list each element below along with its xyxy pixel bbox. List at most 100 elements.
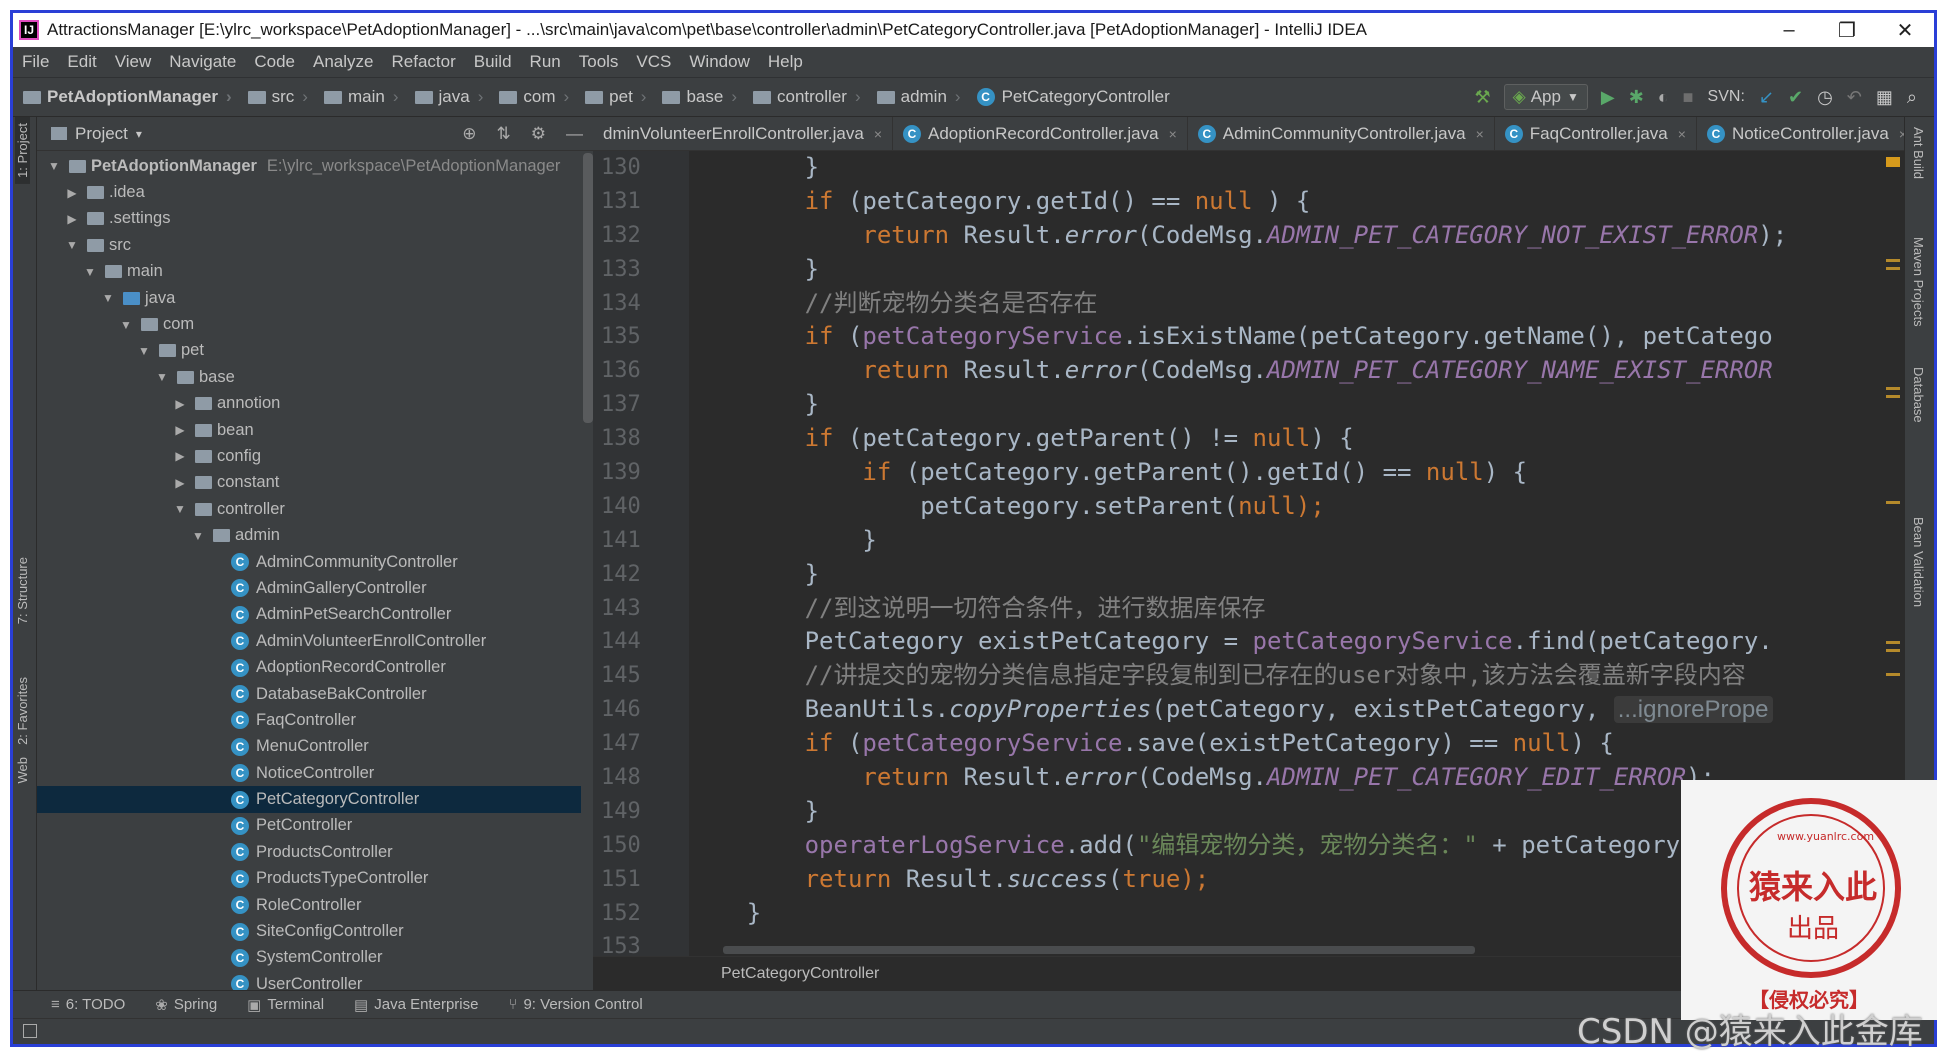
menu-item-file[interactable]: File: [13, 52, 58, 72]
ant-build-tool-tab[interactable]: Ant Build: [1911, 127, 1926, 179]
run-configuration-select[interactable]: ◈ App ▼: [1503, 84, 1588, 110]
menu-item-navigate[interactable]: Navigate: [160, 52, 245, 72]
tree-class-item[interactable]: C ProductsTypeController: [37, 866, 581, 892]
project-tool-tab[interactable]: 1: Project: [15, 117, 30, 184]
tree-class-item[interactable]: C AdminPetSearchController: [37, 602, 581, 628]
breadcrumb-item[interactable]: base ›: [654, 87, 745, 107]
tree-folder-item[interactable]: ▶ .settings: [37, 206, 581, 232]
collapse-arrow-icon[interactable]: ▶: [173, 397, 187, 411]
tool-windows-toggle-icon[interactable]: [23, 1024, 37, 1038]
tree-folder-item[interactable]: ▶ .idea: [37, 179, 581, 205]
code-line[interactable]: //判断宠物分类名是否存在: [689, 287, 1904, 321]
menu-item-refactor[interactable]: Refactor: [382, 52, 464, 72]
code-line[interactable]: }: [689, 151, 1904, 185]
web-tool-tab[interactable]: Web: [15, 757, 30, 784]
hide-panel-icon[interactable]: —: [566, 124, 583, 144]
code-line[interactable]: if (petCategoryService.save(existPetCate…: [689, 727, 1904, 761]
tree-folder-item[interactable]: ▼ com: [37, 311, 581, 337]
menu-item-code[interactable]: Code: [245, 52, 304, 72]
structure-tool-tab[interactable]: 7: Structure: [15, 557, 30, 624]
tree-folder-item[interactable]: ▼ java: [37, 285, 581, 311]
expand-arrow-icon[interactable]: ▼: [119, 318, 133, 332]
expand-arrow-icon[interactable]: ▼: [101, 291, 115, 305]
tree-class-item[interactable]: C PetCategoryController: [37, 786, 581, 813]
close-tab-icon[interactable]: ×: [1678, 126, 1686, 142]
svn-update-icon[interactable]: ↙: [1759, 87, 1774, 108]
todo-tool-button[interactable]: ≡ 6: TODO: [51, 996, 125, 1013]
tree-class-item[interactable]: C DatabaseBakController: [37, 681, 581, 707]
code-line[interactable]: if (petCategory.getId() == null ) {: [689, 185, 1904, 219]
project-structure-icon[interactable]: ▦: [1876, 87, 1893, 108]
editor-tab[interactable]: CNoticeController.java×: [1697, 117, 1904, 150]
collapse-arrow-icon[interactable]: ▶: [65, 186, 79, 200]
search-icon[interactable]: ⌕: [1907, 87, 1917, 108]
tree-folder-item[interactable]: ▶ annotion: [37, 391, 581, 417]
tree-class-item[interactable]: C AdminCommunityController: [37, 549, 581, 575]
menu-item-window[interactable]: Window: [680, 52, 758, 72]
menu-item-tools[interactable]: Tools: [570, 52, 628, 72]
tree-class-item[interactable]: C MenuController: [37, 734, 581, 760]
breadcrumb-item[interactable]: admin ›: [869, 87, 969, 107]
collapse-arrow-icon[interactable]: ▶: [65, 212, 79, 226]
tree-class-item[interactable]: C PetController: [37, 813, 581, 839]
tree-folder-item[interactable]: ▼ src: [37, 232, 581, 258]
collapse-arrow-icon[interactable]: ▶: [173, 449, 187, 463]
menu-item-view[interactable]: View: [106, 52, 161, 72]
expand-arrow-icon[interactable]: ▼: [83, 265, 97, 279]
editor-tab[interactable]: C AdminCommunityController.java ×: [1188, 117, 1495, 150]
database-tool-tab[interactable]: Database: [1911, 367, 1926, 423]
spring-tool-button[interactable]: ❀ Spring: [155, 996, 217, 1014]
editor-tab[interactable]: C AdoptionRecordController.java ×: [893, 117, 1188, 150]
maven-projects-tool-tab[interactable]: Maven Projects: [1911, 237, 1926, 327]
editor-tab[interactable]: C FaqController.java ×: [1495, 117, 1697, 150]
favorites-tool-tab[interactable]: 2: Favorites: [15, 677, 30, 745]
tree-class-item[interactable]: C NoticeController: [37, 760, 581, 786]
code-line[interactable]: return Result.error(CodeMsg.ADMIN_PET_CA…: [689, 354, 1904, 388]
history-icon[interactable]: ◷: [1817, 87, 1833, 108]
tree-class-item[interactable]: C AdminGalleryController: [37, 575, 581, 601]
collapse-arrow-icon[interactable]: ▶: [173, 476, 187, 490]
tree-class-item[interactable]: C SiteConfigController: [37, 918, 581, 944]
menu-item-build[interactable]: Build: [465, 52, 521, 72]
restore-button[interactable]: ❐: [1818, 18, 1876, 43]
breadcrumb-item[interactable]: java ›: [407, 87, 492, 107]
code-line[interactable]: }: [689, 388, 1904, 422]
tree-class-item[interactable]: C FaqController: [37, 707, 581, 733]
menu-item-edit[interactable]: Edit: [58, 52, 105, 72]
code-line[interactable]: return Result.error(CodeMsg.ADMIN_PET_CA…: [689, 219, 1904, 253]
bean-validation-tool-tab[interactable]: Bean Validation: [1911, 517, 1926, 607]
code-line[interactable]: //讲提交的宠物分类信息指定字段复制到已存在的user对象中,该方法会覆盖新字段…: [689, 659, 1904, 693]
tree-folder-item[interactable]: ▶ bean: [37, 417, 581, 443]
project-view-select[interactable]: Project: [75, 124, 128, 144]
breadcrumb-item[interactable]: src ›: [240, 87, 316, 107]
tree-folder-item[interactable]: ▼ base: [37, 364, 581, 390]
terminal-tool-button[interactable]: ▣ Terminal: [247, 996, 324, 1014]
expand-arrow-icon[interactable]: ▼: [65, 238, 79, 252]
breadcrumb-item[interactable]: com ›: [491, 87, 577, 107]
code-line[interactable]: PetCategory existPetCategory = petCatego…: [689, 625, 1904, 659]
minimize-button[interactable]: –: [1760, 19, 1818, 42]
menu-item-analyze[interactable]: Analyze: [304, 52, 382, 72]
tree-folder-item[interactable]: ▼ pet: [37, 338, 581, 364]
collapse-arrow-icon[interactable]: ▶: [173, 423, 187, 437]
expand-arrow-icon[interactable]: ▼: [137, 344, 151, 358]
menu-item-vcs[interactable]: VCS: [627, 52, 680, 72]
menu-item-run[interactable]: Run: [521, 52, 570, 72]
tree-class-item[interactable]: C ProductsController: [37, 839, 581, 865]
inspection-status-icon[interactable]: [1886, 157, 1900, 167]
build-hammer-icon[interactable]: ⚒: [1475, 87, 1491, 108]
code-line[interactable]: }: [689, 524, 1904, 558]
tree-class-item[interactable]: C AdoptionRecordController: [37, 654, 581, 680]
menu-item-help[interactable]: Help: [759, 52, 812, 72]
expand-arrow-icon[interactable]: ▼: [155, 370, 169, 384]
close-tab-icon[interactable]: ×: [1169, 126, 1177, 142]
tree-folder-item[interactable]: ▶ config: [37, 443, 581, 469]
editor-tab[interactable]: dminVolunteerEnrollController.java ×: [593, 117, 893, 150]
code-line[interactable]: BeanUtils.copyProperties(petCategory, ex…: [689, 693, 1904, 727]
tree-folder-item[interactable]: ▼ main: [37, 259, 581, 285]
project-tree-scrollbar[interactable]: [583, 153, 593, 423]
tree-folder-item[interactable]: ▼ PetAdoptionManager E:\ylrc_workspace\Pet…: [37, 153, 581, 179]
svn-commit-icon[interactable]: ✔: [1788, 87, 1803, 108]
tree-folder-item[interactable]: ▼ admin: [37, 522, 581, 548]
breadcrumb-item[interactable]: PetAdoptionManager ›: [13, 87, 240, 107]
